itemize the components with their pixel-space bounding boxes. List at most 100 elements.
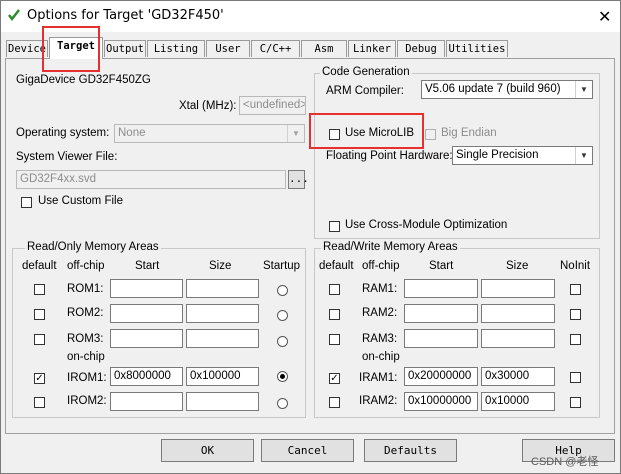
ram-header-offchip: off-chip <box>362 260 400 272</box>
rom2-start-field[interactable] <box>110 304 183 323</box>
code-generation-label: Code Generation <box>320 66 412 78</box>
rom2-label: ROM2: <box>67 307 104 319</box>
svd-browse-button[interactable]: ... <box>288 170 309 189</box>
rom-group-label: Read/Only Memory Areas <box>25 241 161 253</box>
tab-c-cpp[interactable]: C/C++ <box>251 40 300 57</box>
tab-asm[interactable]: Asm <box>301 40 347 57</box>
os-value: None <box>118 127 146 139</box>
iram2-start-field[interactable]: 0x10000000 <box>404 392 478 411</box>
tab-device[interactable]: Device <box>6 40 48 57</box>
ram2-label: RAM2: <box>362 307 398 319</box>
keil-app-icon <box>7 8 21 22</box>
ram3-label: RAM3: <box>362 333 398 345</box>
rom-header-start: Start <box>135 260 160 272</box>
rom-header-offchip: off-chip <box>67 260 105 272</box>
os-label: Operating system: <box>16 127 110 139</box>
rom3-start-field[interactable] <box>110 329 183 348</box>
iram2-default-checkbox[interactable] <box>329 397 340 408</box>
ram-header-noinit: NoInit <box>560 260 591 272</box>
iram2-size-field[interactable]: 0x10000 <box>481 392 555 411</box>
svd-field[interactable]: GD32F4xx.svd <box>16 170 286 189</box>
cross-module-label: Use Cross-Module Optimization <box>345 219 508 231</box>
use-custom-file-checkbox[interactable] <box>21 197 32 208</box>
ram1-start-field[interactable] <box>404 279 478 298</box>
ram2-start-field[interactable] <box>404 304 478 323</box>
rom2-size-field[interactable] <box>186 304 259 323</box>
use-microlib-label: Use MicroLIB <box>345 127 415 139</box>
rom1-default-checkbox[interactable] <box>34 284 45 295</box>
xtal-label: Xtal (MHz): <box>179 100 237 112</box>
irom1-start-field[interactable]: 0x8000000 <box>110 367 183 386</box>
tab-target[interactable]: Target <box>49 37 103 59</box>
watermark-text: CSDN @老怪 <box>531 456 599 468</box>
irom2-startup-radio[interactable] <box>277 398 288 409</box>
tab-linker[interactable]: Linker <box>348 40 396 57</box>
ram-header-size: Size <box>506 260 529 272</box>
xtal-field[interactable]: <undefined> <box>239 96 306 115</box>
chevron-down-icon: ▼ <box>575 147 592 164</box>
defaults-button[interactable]: Defaults <box>364 439 457 462</box>
rom2-default-checkbox[interactable] <box>34 309 45 320</box>
options-dialog: Options for Target 'GD32F450' ✕ Device T… <box>0 0 621 474</box>
radio-selected-dot <box>280 374 285 379</box>
ram2-size-field[interactable] <box>481 304 555 323</box>
close-icon[interactable]: ✕ <box>598 7 611 26</box>
ram3-default-checkbox[interactable] <box>329 334 340 345</box>
rom1-size-field[interactable] <box>186 279 259 298</box>
iram1-size-field[interactable]: 0x30000 <box>481 367 555 386</box>
rom3-label: ROM3: <box>67 333 104 345</box>
ram2-noinit-checkbox[interactable] <box>570 309 581 320</box>
irom1-default-checkbox[interactable]: ✓ <box>34 373 45 384</box>
rom-header-startup: Startup <box>263 260 301 272</box>
fpu-select[interactable]: Single Precision ▼ <box>452 146 593 165</box>
ram1-size-field[interactable] <box>481 279 555 298</box>
arm-compiler-label: ARM Compiler: <box>326 85 404 97</box>
rom3-size-field[interactable] <box>186 329 259 348</box>
tab-debug[interactable]: Debug <box>397 40 445 57</box>
tab-listing[interactable]: Listing <box>147 40 205 57</box>
rom1-label: ROM1: <box>67 283 104 295</box>
iram2-label: IRAM2: <box>359 395 398 407</box>
tab-user[interactable]: User <box>206 40 250 57</box>
irom2-size-field[interactable] <box>186 392 259 411</box>
irom2-default-checkbox[interactable] <box>34 397 45 408</box>
ram3-noinit-checkbox[interactable] <box>570 334 581 345</box>
use-microlib-checkbox[interactable] <box>329 129 340 140</box>
tab-utilities[interactable]: Utilities <box>446 40 508 57</box>
use-custom-file-label: Use Custom File <box>38 195 123 207</box>
iram1-start-field[interactable]: 0x20000000 <box>404 367 478 386</box>
rom1-startup-radio[interactable] <box>277 285 288 296</box>
iram1-noinit-checkbox[interactable] <box>570 372 581 383</box>
ok-button[interactable]: OK <box>161 439 254 462</box>
irom1-label: IROM1: <box>67 372 107 384</box>
cancel-button[interactable]: Cancel <box>261 439 354 462</box>
fpu-value: Single Precision <box>456 149 539 161</box>
os-select[interactable]: None ▼ <box>114 124 305 143</box>
irom1-startup-radio[interactable] <box>277 371 288 382</box>
rom1-start-field[interactable] <box>110 279 183 298</box>
iram2-noinit-checkbox[interactable] <box>570 397 581 408</box>
arm-compiler-select[interactable]: V5.06 update 7 (build 960) ▼ <box>421 80 593 99</box>
cross-module-checkbox[interactable] <box>329 221 340 232</box>
ram-header-start: Start <box>429 260 454 272</box>
chevron-down-icon: ▼ <box>287 125 304 142</box>
iram1-label: IRAM1: <box>359 372 398 384</box>
ram1-default-checkbox[interactable] <box>329 284 340 295</box>
irom2-start-field[interactable] <box>110 392 183 411</box>
iram1-default-checkbox[interactable]: ✓ <box>329 373 340 384</box>
big-endian-checkbox[interactable] <box>425 129 436 140</box>
title-bar: Options for Target 'GD32F450' ✕ <box>1 1 620 32</box>
chevron-down-icon: ▼ <box>575 81 592 98</box>
ram3-size-field[interactable] <box>481 329 555 348</box>
rom3-default-checkbox[interactable] <box>34 334 45 345</box>
ram1-noinit-checkbox[interactable] <box>570 284 581 295</box>
irom1-size-field[interactable]: 0x100000 <box>186 367 259 386</box>
ram3-start-field[interactable] <box>404 329 478 348</box>
tab-output[interactable]: Output <box>104 40 146 57</box>
ram-header-default: default <box>319 260 354 272</box>
rom2-startup-radio[interactable] <box>277 310 288 321</box>
rom3-startup-radio[interactable] <box>277 336 288 347</box>
ram-onchip-label: on-chip <box>362 351 400 363</box>
ram2-default-checkbox[interactable] <box>329 309 340 320</box>
ram-group-label: Read/Write Memory Areas <box>321 241 460 253</box>
